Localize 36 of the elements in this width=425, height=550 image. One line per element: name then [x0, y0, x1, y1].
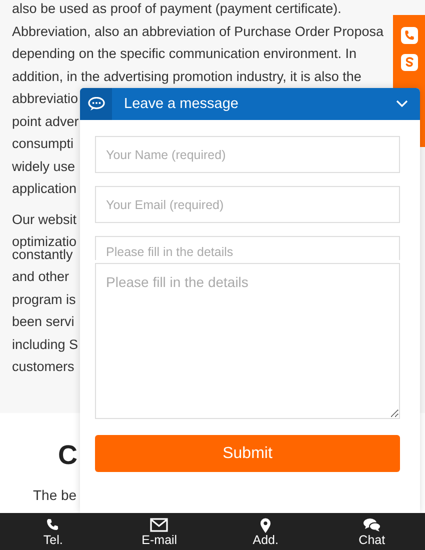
- article-text-line: including S: [12, 336, 78, 354]
- map-pin-icon: [260, 518, 272, 532]
- chevron-down-icon[interactable]: [396, 100, 408, 108]
- nav-item[interactable]: Chat: [336, 513, 407, 550]
- article-text-line: Abbreviation, also an abbreviation of Purchase Order Proposa: [12, 22, 384, 41]
- article-text-line: abbreviatio: [12, 90, 78, 108]
- nav-item[interactable]: Add.: [230, 513, 301, 550]
- details-field[interactable]: Please fill in the details: [95, 236, 400, 260]
- article-text-line: Our websit: [12, 210, 77, 228]
- article-text-line: addition, in the advertising promotion industry, it is also the: [12, 68, 362, 86]
- article-text-line: customers: [12, 358, 74, 376]
- article-text-line: program is: [12, 290, 76, 309]
- article-text-line: application: [12, 180, 77, 198]
- article-text-line: consumpti: [12, 135, 74, 153]
- input-field[interactable]: Your Email (required): [95, 186, 400, 223]
- message-box[interactable]: Please fill in the details: [95, 263, 400, 419]
- chat-title: Leave a message: [124, 96, 240, 112]
- article-text-line: optimizatio: [12, 233, 77, 249]
- nav-item[interactable]: E-mail: [124, 513, 194, 550]
- section-heading: C: [58, 439, 78, 472]
- article-text-line: also be used as proof of payment (payment certificate).: [12, 0, 342, 18]
- article-text-line: point adver: [12, 112, 79, 131]
- envelope-icon: [150, 518, 168, 532]
- article-text-line: widely use: [12, 158, 76, 176]
- section-intro: The be: [33, 487, 77, 503]
- article-text-line: and other: [12, 268, 70, 286]
- article-text-line: constantly: [12, 246, 73, 264]
- chat-bubbles-icon: [362, 518, 381, 532]
- article-text-line: depending on the specific communication environment. In: [12, 45, 356, 63]
- skype-icon[interactable]: [400, 54, 418, 71]
- phone-icon[interactable]: [400, 27, 418, 44]
- chat-header[interactable]: Leave a message: [80, 88, 420, 120]
- phone-icon: [46, 518, 60, 532]
- input-field[interactable]: Your Name (required): [95, 136, 400, 173]
- nav-item[interactable]: Tel.: [18, 513, 88, 550]
- article-text-line: been servi: [12, 313, 74, 331]
